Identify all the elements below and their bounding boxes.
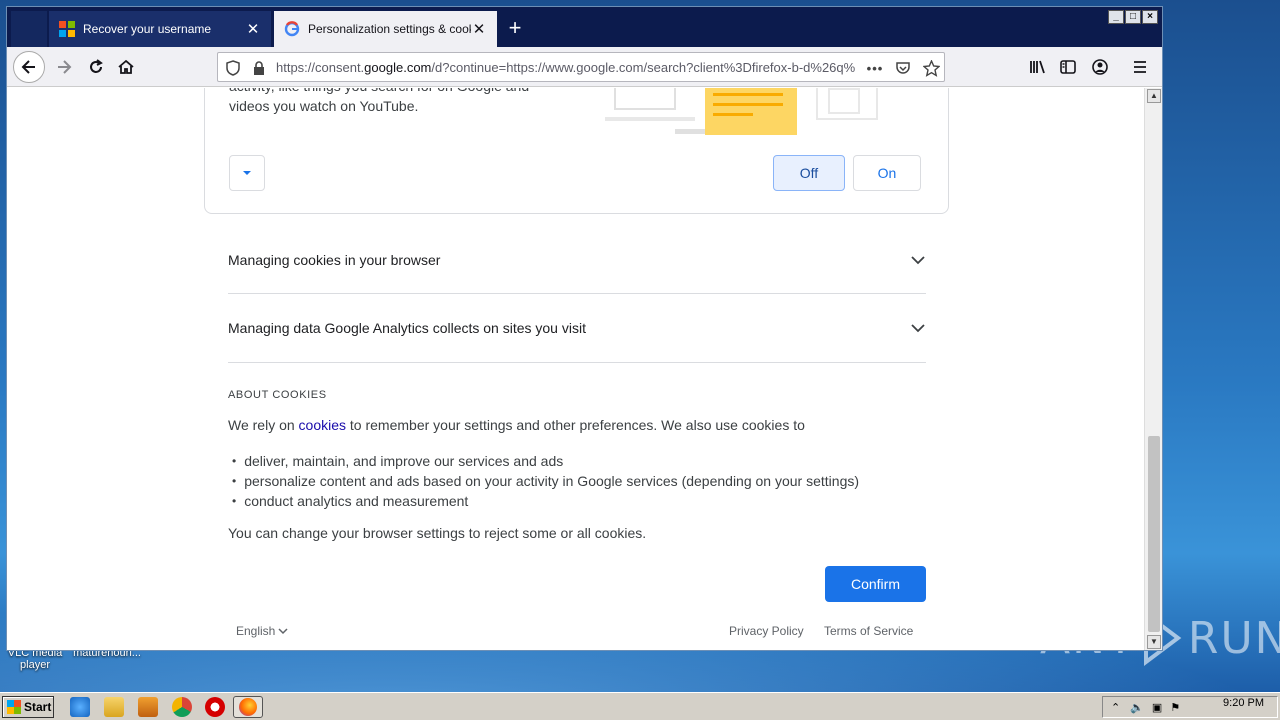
home-icon: [118, 59, 134, 74]
navigation-toolbar: https://consent.google.com/d?continue=ht…: [7, 47, 1162, 87]
url-text: https://consent.google.com/d?continue=ht…: [276, 60, 856, 75]
close-tab-icon[interactable]: ✕: [471, 20, 487, 38]
scroll-up-icon[interactable]: ▲: [1147, 89, 1161, 103]
cookies-link[interactable]: cookies: [299, 417, 346, 433]
microsoft-icon: [59, 21, 75, 37]
address-bar[interactable]: https://consent.google.com/d?continue=ht…: [217, 52, 945, 82]
lock-icon[interactable]: [250, 59, 268, 77]
maximize-button[interactable]: □: [1125, 10, 1141, 24]
media-player-icon[interactable]: [138, 697, 158, 717]
google-icon: [284, 21, 300, 37]
firefox-taskbar-button[interactable]: [233, 696, 263, 718]
reload-button[interactable]: [81, 52, 111, 82]
terms-of-service-link[interactable]: Terms of Service: [824, 624, 913, 638]
firefox-icon: [239, 698, 257, 716]
new-tab-button[interactable]: +: [503, 15, 527, 43]
arrow-right-icon: [58, 60, 72, 74]
home-button[interactable]: [111, 52, 141, 82]
list-item: personalize content and ads based on you…: [228, 471, 859, 491]
cookie-uses-list: deliver, maintain, and improve our servi…: [228, 451, 859, 511]
pocket-icon[interactable]: [894, 59, 912, 77]
about-intro: We rely on cookies to remember your sett…: [228, 417, 805, 433]
hamburger-menu-icon[interactable]: [1125, 52, 1155, 82]
tab-recover-username[interactable]: Recover your username ✕: [49, 11, 271, 47]
about-cookies-heading: ABOUT COOKIES: [228, 389, 327, 401]
section-google-analytics[interactable]: Managing data Google Analytics collects …: [228, 294, 926, 363]
consent-page: activity, like things you search for on …: [7, 88, 1144, 650]
off-button[interactable]: Off: [773, 155, 845, 191]
card-description: activity, like things you search for on …: [229, 88, 529, 114]
library-icon[interactable]: [1023, 52, 1053, 82]
show-hidden-icons-icon[interactable]: ⌃: [1111, 701, 1120, 714]
action-center-flag-icon[interactable]: ⚑: [1170, 701, 1180, 714]
clock[interactable]: 9:20 PM: [1223, 697, 1264, 709]
confirm-button[interactable]: Confirm: [825, 566, 926, 602]
page-actions-icon[interactable]: •••: [866, 59, 884, 77]
forward-button[interactable]: [49, 52, 79, 82]
tab-bar: Recover your username ✕ Personalization …: [7, 7, 1162, 47]
windows-logo-icon: [7, 700, 21, 714]
start-button[interactable]: Start: [2, 696, 54, 718]
close-tab-icon[interactable]: ✕: [245, 20, 261, 38]
reload-icon: [90, 59, 103, 73]
about-closing: You can change your browser settings to …: [228, 525, 647, 541]
chevron-down-icon: [278, 627, 288, 634]
youtube-illustration: [605, 88, 878, 135]
close-window-button[interactable]: ×: [1142, 10, 1158, 24]
caret-down-icon: [243, 171, 251, 175]
network-icon[interactable]: ▣: [1152, 701, 1162, 714]
account-icon[interactable]: [1085, 52, 1115, 82]
taskbar: Start ⌃ 🔈 ▣ ⚑ 9:20 PM: [0, 692, 1280, 720]
minimize-button[interactable]: _: [1108, 10, 1124, 24]
personalization-card: activity, like things you search for on …: [204, 88, 949, 214]
bookmark-star-icon[interactable]: [922, 59, 940, 77]
on-button[interactable]: On: [853, 155, 921, 191]
back-button[interactable]: [13, 51, 45, 83]
internet-explorer-icon[interactable]: [70, 697, 90, 717]
opera-icon[interactable]: [205, 697, 225, 717]
firefox-window: Recover your username ✕ Personalization …: [6, 6, 1163, 651]
shield-icon[interactable]: [224, 59, 242, 77]
list-item: conduct analytics and measurement: [228, 491, 859, 511]
chevron-down-icon: [911, 324, 925, 333]
section-managing-cookies[interactable]: Managing cookies in your browser: [228, 226, 926, 294]
arrow-left-icon: [21, 60, 35, 74]
expand-details-button[interactable]: [229, 155, 265, 191]
folder-icon[interactable]: [104, 697, 124, 717]
scroll-thumb[interactable]: [1148, 436, 1160, 632]
chevron-down-icon: [911, 255, 925, 264]
sidebar-icon[interactable]: [1053, 52, 1083, 82]
window-controls: _ □ ×: [1108, 10, 1158, 24]
privacy-policy-link[interactable]: Privacy Policy: [729, 624, 804, 638]
scrollbar[interactable]: ▲ ▼: [1144, 88, 1162, 650]
language-selector[interactable]: English: [236, 624, 288, 638]
speaker-icon[interactable]: 🔈: [1130, 701, 1144, 714]
chrome-icon[interactable]: [172, 697, 192, 717]
scroll-down-icon[interactable]: ▼: [1147, 635, 1161, 649]
list-item: deliver, maintain, and improve our servi…: [228, 451, 859, 471]
tab-personalization[interactable]: Personalization settings & cookies ✕: [274, 11, 497, 47]
